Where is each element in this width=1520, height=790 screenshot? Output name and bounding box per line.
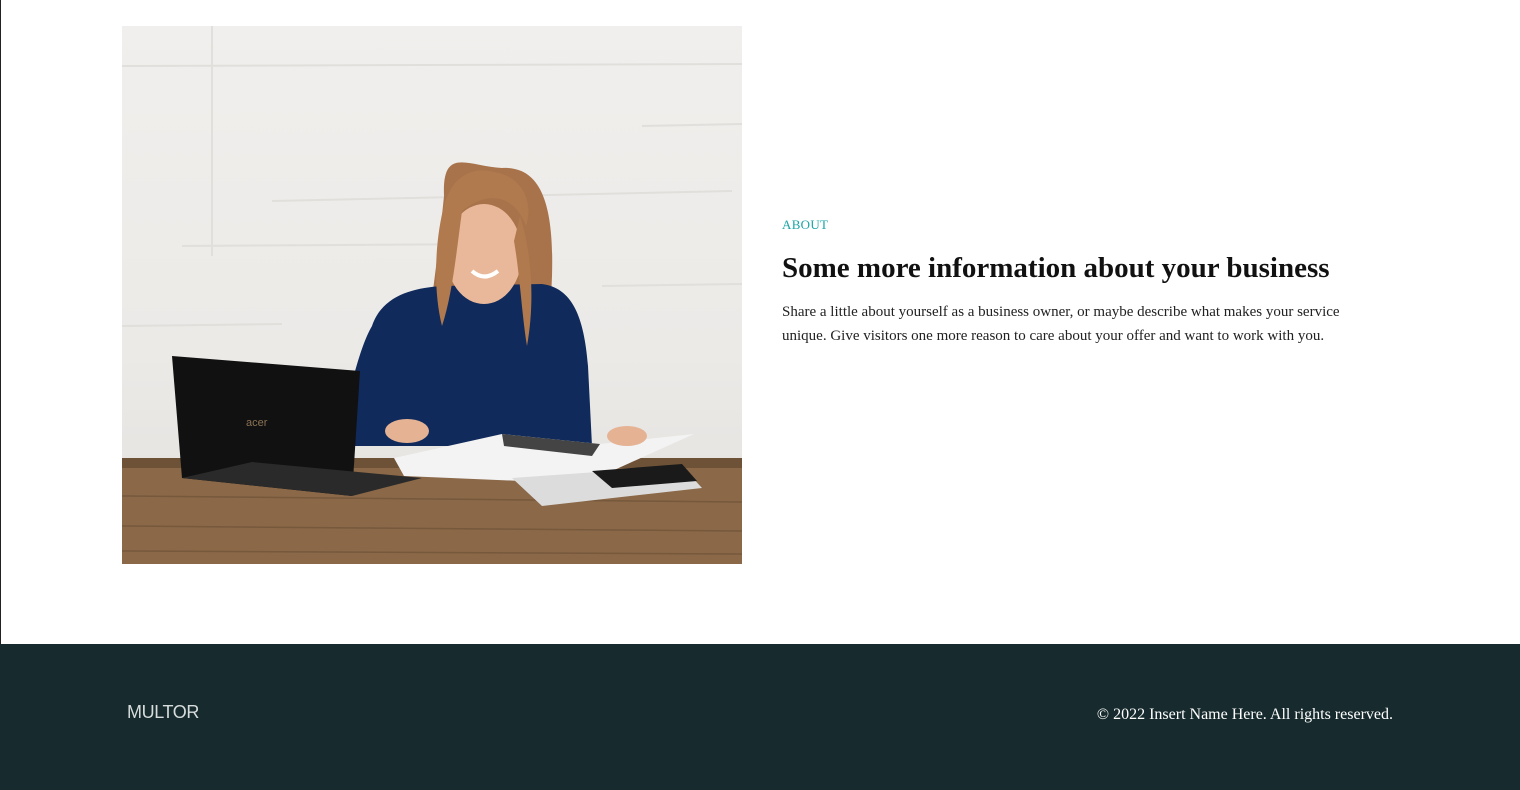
- woman-at-desk-image: acer: [122, 26, 742, 564]
- about-photo: acer: [122, 26, 742, 564]
- section-title: Some more information about your busines…: [782, 252, 1330, 284]
- laptop-brand-label: acer: [246, 417, 268, 429]
- site-footer: MULTOR © 2022 Insert Name Here. All righ…: [0, 644, 1520, 790]
- copyright-text: © 2022 Insert Name Here. All rights rese…: [1096, 706, 1393, 723]
- section-body: Share a little about yourself as a busin…: [782, 304, 1340, 344]
- footer-logo[interactable]: MULTOR: [127, 702, 199, 723]
- about-section: acer ABOUT Some more information about y…: [0, 0, 1520, 644]
- section-eyebrow: ABOUT: [782, 217, 829, 232]
- about-text-block: ABOUT Some more information about your b…: [782, 214, 1362, 348]
